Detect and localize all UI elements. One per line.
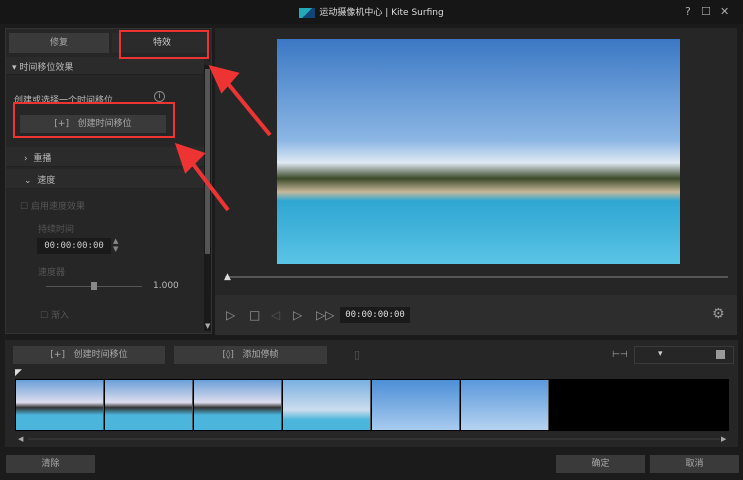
annotation-box-effects-tab — [119, 30, 209, 59]
replay-label: 重播 — [33, 154, 52, 164]
zoom-in-icon[interactable] — [716, 350, 725, 359]
title-separator: | — [385, 8, 389, 18]
thumbnail — [105, 380, 193, 430]
playhead-marker[interactable]: ◤ — [15, 368, 22, 378]
speed-multiplier-label: 速度器 — [38, 268, 66, 278]
fade-in-checkbox[interactable]: ☐ 渐入 — [40, 308, 69, 321]
stop-icon[interactable]: □ — [249, 308, 260, 322]
enable-speed-label: 启用速度效果 — [30, 202, 85, 212]
speed-slider-thumb[interactable] — [91, 282, 97, 290]
app-logo-icon — [299, 7, 316, 18]
enable-speed-checkbox[interactable]: ☐ 启用速度效果 — [20, 199, 85, 212]
thumbnail — [194, 380, 282, 430]
help-button[interactable]: ? — [685, 5, 691, 18]
section-title: 时间移位效果 — [19, 63, 74, 73]
duration-spinner[interactable]: ▲ ▼ — [113, 237, 118, 253]
timeline-create-label: 创建时间移位 — [73, 350, 128, 360]
speed-value: 1.000 — [153, 281, 179, 291]
seek-handle[interactable]: ▲ — [224, 272, 231, 282]
scroll-down-icon[interactable]: ▼ — [205, 322, 210, 330]
thumbnail-strip[interactable] — [15, 379, 729, 431]
settings-gear-icon[interactable]: ⚙ — [712, 306, 725, 322]
info-icon[interactable]: i — [154, 91, 165, 102]
annotation-box-create-button — [13, 102, 175, 138]
add-freeze-frame-button[interactable]: [◊] 添加停帧 — [174, 346, 327, 364]
tab-repair[interactable]: 修复 — [9, 33, 109, 53]
close-button[interactable]: ✕ — [720, 5, 729, 18]
duration-label: 持续时间 — [38, 225, 75, 235]
timeline-scrollbar[interactable] — [28, 438, 720, 440]
play-icon[interactable]: ▷ — [226, 308, 235, 322]
ok-button[interactable]: 确定 — [556, 455, 645, 473]
app-name: 运动摄像机中心 — [319, 8, 383, 18]
next-frame-icon[interactable]: ▷ — [293, 308, 302, 322]
scroll-left-icon[interactable]: ◀ — [18, 435, 23, 443]
fast-forward-icon[interactable]: ▷▷ — [316, 308, 334, 322]
clear-button[interactable]: 清除 — [6, 455, 95, 473]
delete-trash-icon[interactable]: ▯ — [354, 348, 360, 361]
timeline-create-timeshift-button[interactable]: [+] 创建时间移位 — [13, 346, 165, 364]
timecode-display: 00:00:00:00 — [340, 307, 410, 323]
project-name: Kite Surfing — [391, 8, 444, 18]
annotation-arrows — [174, 65, 272, 212]
duration-input[interactable]: 00:00:00:00 — [37, 238, 111, 254]
chevron-right-icon: › — [24, 154, 34, 164]
video-preview — [277, 39, 680, 264]
thumbnail — [16, 380, 104, 430]
scroll-right-icon[interactable]: ▶ — [721, 435, 726, 443]
fade-in-label: 渐入 — [50, 311, 69, 321]
previous-frame-icon[interactable]: ◁ — [271, 308, 280, 322]
thumbnail — [283, 380, 371, 430]
thumbnail — [372, 380, 460, 430]
maximize-button[interactable]: ☐ — [701, 5, 711, 18]
speed-label: 速度 — [37, 176, 56, 186]
zoom-slider-thumb[interactable]: ▾ — [658, 349, 663, 359]
seek-bar[interactable] — [225, 276, 728, 278]
cancel-button[interactable]: 取消 — [650, 455, 739, 473]
freeze-frame-label: 添加停帧 — [242, 350, 279, 360]
chevron-down-icon: ⌄ — [24, 176, 38, 186]
fit-timeline-icon[interactable]: ⊢⊣ — [612, 350, 628, 360]
thumbnail — [461, 380, 549, 430]
window-title: 运动摄像机中心 | Kite Surfing — [0, 5, 743, 18]
